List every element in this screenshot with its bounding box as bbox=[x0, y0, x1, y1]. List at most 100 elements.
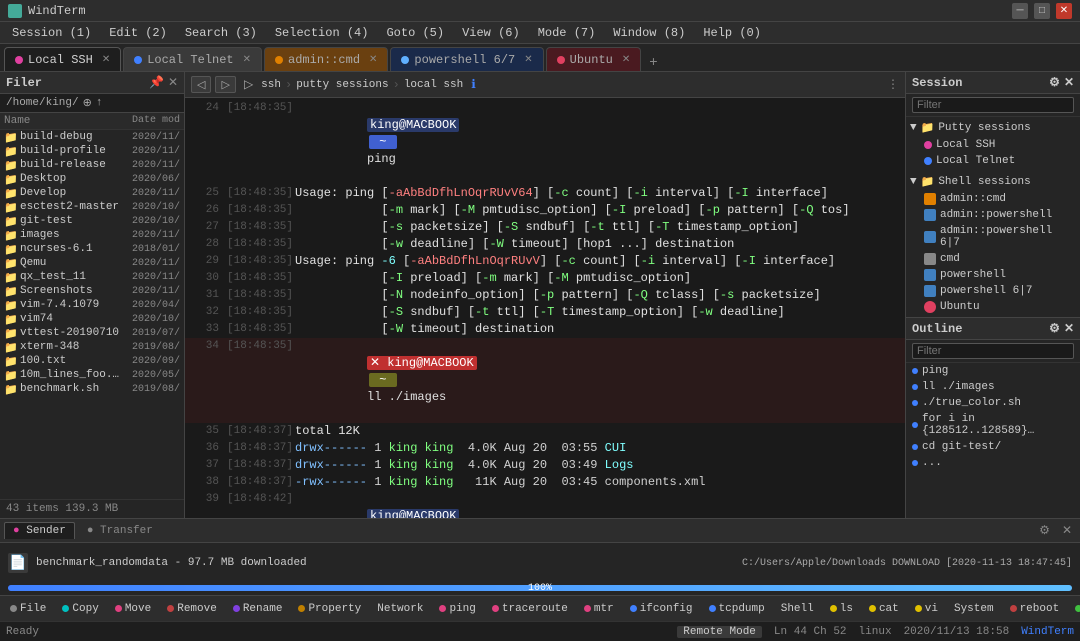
outline-close-icon[interactable]: ✕ bbox=[1064, 321, 1074, 336]
tab-powershell[interactable]: powershell 6/7 ✕ bbox=[390, 47, 543, 71]
back-button[interactable]: ◁ bbox=[191, 76, 211, 93]
forward-button[interactable]: ▷ bbox=[215, 76, 235, 93]
file-folder-icon: 📁 bbox=[4, 355, 16, 367]
menu-edit[interactable]: Edit (2) bbox=[101, 24, 175, 42]
file-item[interactable]: 📁 100.txt 2020/09/ bbox=[0, 354, 184, 368]
sidebar-pin-icon[interactable]: 📌 bbox=[149, 75, 164, 90]
file-item[interactable]: 📁 10m_lines_foo.t… 2020/05/ bbox=[0, 368, 184, 382]
outline-item-more[interactable]: ... bbox=[906, 455, 1080, 471]
tool-system[interactable]: System bbox=[948, 602, 1000, 616]
tab-local-telnet[interactable]: Local Telnet ✕ bbox=[123, 47, 262, 71]
file-item[interactable]: 📁 build-profile 2020/11/ bbox=[0, 144, 184, 158]
file-item[interactable]: 📁 Qemu 2020/11/ bbox=[0, 256, 184, 270]
session-item-local-ssh[interactable]: Local SSH bbox=[906, 137, 1080, 153]
tool-ping[interactable]: ping bbox=[433, 602, 481, 616]
file-item[interactable]: 📁 vim-7.4.1079 2020/04/ bbox=[0, 298, 184, 312]
tab-close-powershell[interactable]: ✕ bbox=[524, 54, 532, 66]
session-item-admin-powershell[interactable]: admin::powershell bbox=[906, 207, 1080, 223]
transfer-close-icon[interactable]: ✕ bbox=[1058, 523, 1076, 538]
tool-ifconfig[interactable]: ifconfig bbox=[624, 602, 699, 616]
outline-filter-input[interactable] bbox=[912, 343, 1074, 359]
session-item-cmd[interactable]: cmd bbox=[906, 251, 1080, 267]
tool-cat[interactable]: cat bbox=[863, 602, 905, 616]
more-icon[interactable]: ⋮ bbox=[887, 77, 899, 92]
menu-session[interactable]: Session (1) bbox=[4, 24, 99, 42]
tab-close-local-ssh[interactable]: ✕ bbox=[102, 54, 110, 66]
session-item-admin-powershell67[interactable]: admin::powershell 6|7 bbox=[906, 223, 1080, 251]
sidebar-close-icon[interactable]: ✕ bbox=[168, 75, 178, 90]
file-item[interactable]: 📁 esctest2-master 2020/10/ bbox=[0, 200, 184, 214]
session-item-local-telnet[interactable]: Local Telnet bbox=[906, 153, 1080, 169]
file-item[interactable]: 📁 Screenshots 2020/11/ bbox=[0, 284, 184, 298]
file-item[interactable]: 📁 ncurses-6.1 2018/01/ bbox=[0, 242, 184, 256]
file-item[interactable]: 📁 images 2020/11/ bbox=[0, 228, 184, 242]
shell-group-header[interactable]: ▼ 📁 Shell sessions bbox=[906, 173, 1080, 191]
session-gear-icon[interactable]: ⚙ bbox=[1049, 75, 1060, 90]
tool-ls[interactable]: ls bbox=[824, 602, 859, 616]
outline-item-cd[interactable]: cd git-test/ bbox=[906, 439, 1080, 455]
outline-item-ll[interactable]: ll ./images bbox=[906, 379, 1080, 395]
menu-search[interactable]: Search (3) bbox=[177, 24, 265, 42]
session-item-powershell[interactable]: powershell bbox=[906, 267, 1080, 283]
info-icon[interactable]: ℹ bbox=[471, 77, 476, 92]
tool-rename[interactable]: Rename bbox=[227, 602, 289, 616]
menu-goto[interactable]: Goto (5) bbox=[378, 24, 452, 42]
menu-view[interactable]: View (6) bbox=[454, 24, 528, 42]
term-line-31: 31 [18:48:35] [-N nodeinfo_option] [-p p… bbox=[185, 287, 905, 304]
outline-gear-icon[interactable]: ⚙ bbox=[1049, 321, 1060, 336]
tool-traceroute[interactable]: traceroute bbox=[486, 602, 574, 616]
outline-item-for[interactable]: for i in {128512..128589}… bbox=[906, 411, 1080, 439]
file-item[interactable]: 📁 build-debug 2020/11/ bbox=[0, 130, 184, 144]
tab-close-ubuntu[interactable]: ✕ bbox=[622, 54, 630, 66]
session-item-admin-cmd[interactable]: admin::cmd bbox=[906, 191, 1080, 207]
tool-shell[interactable]: Shell bbox=[775, 602, 820, 616]
file-item[interactable]: 📁 vttest-20190710 2019/07/ bbox=[0, 326, 184, 340]
sender-tab[interactable]: ● Sender bbox=[4, 522, 75, 539]
tool-network[interactable]: Network bbox=[371, 602, 429, 616]
file-item[interactable]: 📁 xterm-348 2019/08/ bbox=[0, 340, 184, 354]
tab-local-ssh[interactable]: Local SSH ✕ bbox=[4, 47, 121, 71]
menu-help[interactable]: Help (0) bbox=[695, 24, 769, 42]
menu-mode[interactable]: Mode (7) bbox=[530, 24, 604, 42]
session-close-icon[interactable]: ✕ bbox=[1064, 75, 1074, 90]
putty-group-header[interactable]: ▼ 📁 Putty sessions bbox=[906, 119, 1080, 137]
tab-close-local-telnet[interactable]: ✕ bbox=[243, 54, 251, 66]
tab-ubuntu[interactable]: Ubuntu ✕ bbox=[546, 47, 642, 71]
session-item-ubuntu[interactable]: Ubuntu bbox=[906, 299, 1080, 315]
tool-mtr[interactable]: mtr bbox=[578, 602, 620, 616]
terminal-scroll[interactable]: 24 [18:48:35] king@MACBOOK ~ ping 25 [18… bbox=[185, 98, 905, 518]
tool-crontab[interactable]: crontab bbox=[1069, 602, 1080, 616]
transfer-gear-icon[interactable]: ⚙ bbox=[1035, 523, 1054, 538]
outline-item-truecolor[interactable]: ./true_color.sh bbox=[906, 395, 1080, 411]
session-item-powershell67[interactable]: powershell 6|7 bbox=[906, 283, 1080, 299]
file-item[interactable]: 📁 benchmark.sh 2019/08/ bbox=[0, 382, 184, 396]
sidebar-header: Filer 📌 ✕ bbox=[0, 72, 184, 94]
tool-move[interactable]: Move bbox=[109, 602, 157, 616]
tool-property[interactable]: Property bbox=[292, 602, 367, 616]
tool-copy[interactable]: Copy bbox=[56, 602, 104, 616]
path-up-icon[interactable]: ↑ bbox=[96, 97, 103, 109]
menu-window[interactable]: Window (8) bbox=[605, 24, 693, 42]
transfer-tab[interactable]: ● Transfer bbox=[79, 523, 161, 539]
tool-file[interactable]: File bbox=[4, 602, 52, 616]
session-filter-input[interactable] bbox=[912, 97, 1074, 113]
tab-admin-cmd[interactable]: admin::cmd ✕ bbox=[264, 47, 388, 71]
tab-add-button[interactable]: + bbox=[643, 55, 663, 71]
file-item[interactable]: 📁 Desktop 2020/06/ bbox=[0, 172, 184, 186]
file-item[interactable]: 📁 build-release 2020/11/ bbox=[0, 158, 184, 172]
tool-vi[interactable]: vi bbox=[909, 602, 944, 616]
file-item[interactable]: 📁 git-test 2020/10/ bbox=[0, 214, 184, 228]
file-item[interactable]: 📁 qx_test_11 2020/11/ bbox=[0, 270, 184, 284]
tool-remove[interactable]: Remove bbox=[161, 602, 223, 616]
file-item[interactable]: 📁 vim74 2020/10/ bbox=[0, 312, 184, 326]
tab-close-admin-cmd[interactable]: ✕ bbox=[369, 54, 377, 66]
tool-tcpdump[interactable]: tcpdump bbox=[703, 602, 771, 616]
minimize-button[interactable]: ─ bbox=[1012, 3, 1028, 19]
file-item[interactable]: 📁 Develop 2020/11/ bbox=[0, 186, 184, 200]
tool-reboot[interactable]: reboot bbox=[1004, 602, 1066, 616]
outline-item-ping[interactable]: ping bbox=[906, 363, 1080, 379]
outline-label-cd: cd git-test/ bbox=[922, 441, 1001, 453]
menu-selection[interactable]: Selection (4) bbox=[267, 24, 377, 42]
close-button[interactable]: ✕ bbox=[1056, 3, 1072, 19]
maximize-button[interactable]: □ bbox=[1034, 3, 1050, 19]
